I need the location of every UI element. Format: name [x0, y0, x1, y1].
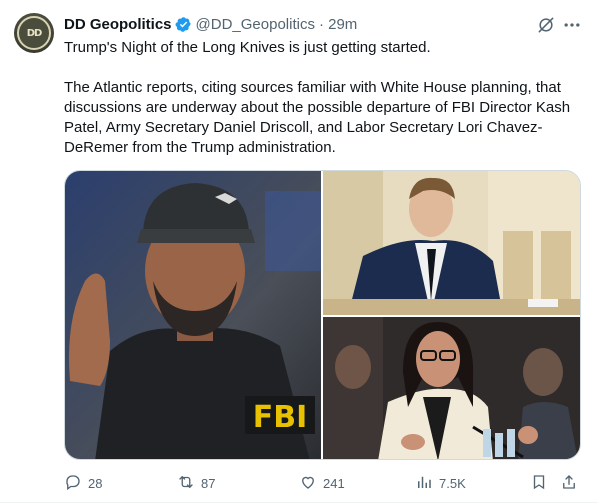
reply-button[interactable]: 28 — [64, 472, 102, 494]
author-name[interactable]: DD Geopolitics — [64, 16, 172, 33]
avatar-logo: DD — [17, 16, 51, 50]
photo-kash-patel[interactable]: FBI — [65, 171, 321, 459]
fbi-vest-text: FBI — [253, 400, 308, 435]
tweet-header: DD Geopolitics @DD_Geopolitics · 29m — [64, 14, 357, 34]
tweet-card[interactable]: DD DD Geopolitics @DD_Geopolitics · 29m … — [0, 0, 598, 503]
action-bar: 28 87 241 7.5K — [64, 472, 580, 494]
avatar[interactable]: DD — [14, 13, 54, 53]
photo-lori-chavez-deremer[interactable] — [323, 317, 580, 459]
author-handle[interactable]: @DD_Geopolitics — [196, 16, 315, 33]
grok-icon[interactable] — [536, 15, 556, 35]
reply-icon — [64, 473, 88, 494]
repost-icon — [177, 473, 201, 494]
post-text: Trump's Night of the Long Knives is just… — [64, 38, 584, 158]
post-text-line1: Trump's Night of the Long Knives is just… — [64, 39, 431, 56]
post-text-line2: The Atlantic reports, citing sources fam… — [64, 79, 571, 156]
repost-button[interactable]: 87 — [177, 472, 215, 494]
like-icon — [299, 473, 323, 494]
reply-count: 28 — [88, 475, 103, 491]
like-count: 241 — [323, 475, 345, 491]
like-button[interactable]: 241 — [299, 472, 345, 494]
verified-badge-icon — [175, 16, 192, 33]
media-grid: FBI — [64, 170, 581, 460]
post-time[interactable]: · 29m — [319, 16, 357, 33]
views-count: 7.5K — [439, 475, 466, 491]
views-icon — [415, 473, 439, 494]
avatar-logo-text: DD — [26, 27, 43, 39]
more-icon[interactable] — [562, 15, 582, 35]
bookmark-icon — [530, 473, 554, 494]
share-button[interactable] — [560, 472, 584, 494]
bookmark-button[interactable] — [530, 472, 554, 494]
views-button[interactable]: 7.5K — [415, 472, 466, 494]
repost-count: 87 — [201, 475, 216, 491]
share-icon — [560, 473, 584, 494]
photo-daniel-driscoll[interactable] — [323, 171, 580, 315]
